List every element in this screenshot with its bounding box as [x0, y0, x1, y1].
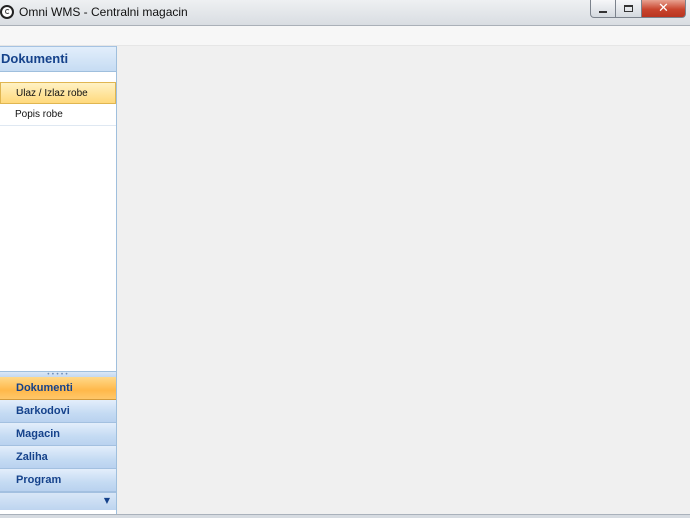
pane-button-magacin[interactable]: Magacin: [0, 423, 116, 446]
close-icon: ✕: [658, 1, 669, 16]
pane-button-zaliha[interactable]: Zaliha: [0, 446, 116, 469]
main-content-area: [117, 46, 690, 518]
nav-item-ulaz-izlaz-robe[interactable]: Ulaz / Izlaz robe: [0, 82, 116, 104]
minimize-button[interactable]: [590, 0, 616, 18]
close-button[interactable]: ✕: [642, 0, 686, 18]
window-title: Omni WMS - Centralni magacin: [19, 5, 188, 19]
pane-button-list: Dokumenti Barkodovi Magacin Zaliha Progr…: [0, 377, 116, 492]
nav-item-list: Ulaz / Izlaz robe Popis robe: [0, 82, 116, 126]
nav-item-popis-robe[interactable]: Popis robe: [0, 104, 116, 126]
maximize-button[interactable]: [616, 0, 642, 18]
window-controls: ✕: [590, 0, 686, 18]
title-bar: Omni WMS - Centralni magacin ✕: [0, 0, 690, 26]
nav-header: Dokumenti: [0, 46, 116, 72]
toolbar-strip: [0, 26, 690, 46]
pane-button-program[interactable]: Program: [0, 469, 116, 492]
pane-button-dokumenti[interactable]: Dokumenti: [0, 377, 116, 400]
minimize-icon: [599, 10, 607, 13]
chevron-down-icon[interactable]: ▼: [104, 496, 110, 505]
app-logo-icon[interactable]: [0, 5, 14, 19]
nav-header-title: Dokumenti: [1, 51, 69, 66]
maximize-icon: [624, 5, 633, 12]
navigation-pane: Dokumenti Ulaz / Izlaz robe Popis robe •…: [0, 46, 117, 518]
window-bottom-edge: [0, 514, 690, 518]
pane-overflow-bar[interactable]: ▼: [0, 492, 116, 510]
pane-button-barkodovi[interactable]: Barkodovi: [0, 400, 116, 423]
